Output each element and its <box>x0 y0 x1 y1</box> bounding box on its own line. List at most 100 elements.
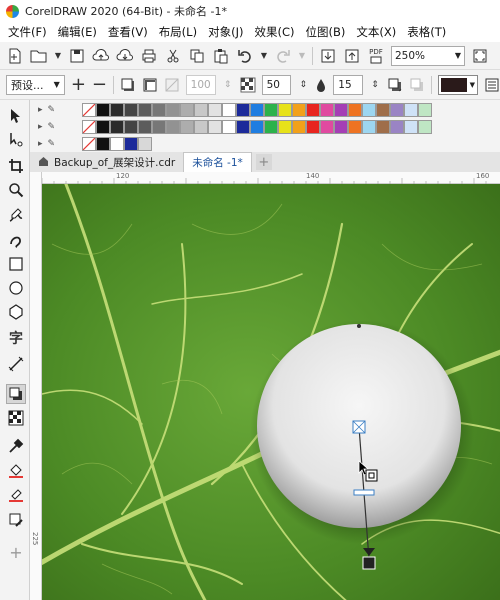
stepper-icon[interactable]: ⇕ <box>297 76 309 94</box>
palette-expand-icon[interactable]: ▸ <box>38 105 43 115</box>
redo-dropdown-icon[interactable]: ▼ <box>298 47 306 65</box>
color-swatch[interactable] <box>348 120 362 134</box>
tab-untitled[interactable]: 未命名 -1* <box>183 152 252 172</box>
clear-shadow-icon[interactable] <box>409 76 425 94</box>
color-swatch[interactable] <box>138 137 152 151</box>
freehand-tool-icon[interactable] <box>6 206 26 226</box>
artistic-media-icon[interactable] <box>6 230 26 250</box>
interactive-fill-icon[interactable] <box>6 460 26 480</box>
cut-icon[interactable] <box>164 47 182 65</box>
drop-shadow-tool-icon[interactable] <box>6 384 26 404</box>
pdf-export-icon[interactable]: PDF <box>367 47 385 65</box>
menu-view[interactable]: 查看(V) <box>106 24 157 40</box>
menu-table[interactable]: 表格(T) <box>405 24 455 40</box>
color-swatch[interactable] <box>250 103 264 117</box>
menu-object[interactable]: 对象(J) <box>206 24 252 40</box>
color-swatch[interactable] <box>152 120 166 134</box>
outline-pen-icon[interactable] <box>6 510 26 530</box>
menu-text[interactable]: 文本(X) <box>354 24 405 40</box>
remove-preset-icon[interactable]: − <box>92 74 107 95</box>
color-swatch[interactable] <box>180 103 194 117</box>
transparency-tool-icon[interactable] <box>6 408 26 428</box>
stepper-icon[interactable]: ⇕ <box>222 76 234 94</box>
stepper-icon[interactable]: ⇕ <box>369 76 381 94</box>
copy-properties-icon[interactable] <box>387 76 403 94</box>
no-color-swatch[interactable] <box>82 137 96 151</box>
color-swatch[interactable] <box>96 137 110 151</box>
direction-drop-icon[interactable] <box>315 76 327 94</box>
color-swatch[interactable] <box>278 120 292 134</box>
paste-icon[interactable] <box>212 47 230 65</box>
transparency-input[interactable]: 100 <box>185 74 216 95</box>
add-preset-icon[interactable]: + <box>71 74 86 95</box>
color-swatch[interactable] <box>418 120 432 134</box>
flat-shadow-icon[interactable] <box>120 76 136 94</box>
color-swatch[interactable] <box>152 103 166 117</box>
eyedropper-icon[interactable]: ✎ <box>48 139 56 149</box>
color-swatch[interactable] <box>404 103 418 117</box>
color-swatch[interactable] <box>278 103 292 117</box>
color-swatch[interactable] <box>320 120 334 134</box>
color-swatch[interactable] <box>138 103 152 117</box>
text-tool-icon[interactable]: 字 <box>6 328 26 348</box>
color-swatch[interactable] <box>194 120 208 134</box>
direction-input[interactable]: 15 <box>333 74 364 95</box>
color-swatch[interactable] <box>180 120 194 134</box>
feather-icon[interactable] <box>240 76 256 94</box>
menu-effects[interactable]: 效果(C) <box>252 24 303 40</box>
eyedropper-icon[interactable]: ✎ <box>48 105 56 115</box>
menu-layout[interactable]: 布局(L) <box>157 24 206 40</box>
color-swatch[interactable] <box>292 120 306 134</box>
menu-bitmaps[interactable]: 位图(B) <box>303 24 354 40</box>
color-swatch[interactable] <box>334 120 348 134</box>
add-tool-icon[interactable]: + <box>6 542 26 562</box>
eyedropper-tool-icon[interactable] <box>6 436 26 456</box>
color-swatch[interactable] <box>96 120 110 134</box>
crop-tool-icon[interactable] <box>6 156 26 176</box>
tab-backup[interactable]: Backup_of_展架设计.cdr <box>30 152 183 172</box>
no-color-swatch[interactable] <box>82 103 96 117</box>
color-swatch[interactable] <box>292 103 306 117</box>
color-swatch[interactable] <box>390 120 404 134</box>
redo-icon[interactable] <box>274 47 292 65</box>
color-swatch[interactable] <box>404 120 418 134</box>
copy-icon[interactable] <box>188 47 206 65</box>
new-tab-icon[interactable]: + <box>255 154 272 170</box>
rectangle-tool-icon[interactable] <box>6 254 26 274</box>
polygon-tool-icon[interactable] <box>6 302 26 322</box>
color-swatch[interactable] <box>166 120 180 134</box>
color-swatch[interactable] <box>376 120 390 134</box>
opacity-icon[interactable] <box>164 76 180 94</box>
color-swatch[interactable] <box>250 120 264 134</box>
undo-dropdown-icon[interactable]: ▼ <box>260 47 268 65</box>
no-color-swatch[interactable] <box>82 120 96 134</box>
shadow-color-picker[interactable]: ▼ <box>437 74 478 95</box>
color-swatch[interactable] <box>362 103 376 117</box>
merge-mode-icon[interactable] <box>484 76 500 94</box>
color-swatch[interactable] <box>110 120 124 134</box>
menu-file[interactable]: 文件(F) <box>6 24 56 40</box>
color-swatch[interactable] <box>264 103 278 117</box>
horizontal-ruler[interactable]: 120 140 160 <box>42 172 500 184</box>
color-swatch[interactable] <box>124 103 138 117</box>
palette-expand-icon[interactable]: ▸ <box>38 122 43 132</box>
color-swatch[interactable] <box>138 120 152 134</box>
zoom-level-select[interactable]: 250% ▼ <box>391 45 465 66</box>
vertical-ruler[interactable]: 225 <box>30 172 42 600</box>
shape-tool-icon[interactable] <box>6 130 26 150</box>
dropdown-arrow-icon[interactable]: ▼ <box>54 47 62 65</box>
open-folder-icon[interactable] <box>30 47 48 65</box>
export-icon[interactable] <box>343 47 361 65</box>
palette-expand-icon[interactable]: ▸ <box>38 139 43 149</box>
pick-tool-icon[interactable] <box>6 106 26 126</box>
zoom-tool-icon[interactable] <box>6 180 26 200</box>
color-swatch[interactable] <box>124 137 138 151</box>
ellipse-tool-icon[interactable] <box>6 278 26 298</box>
print-icon[interactable] <box>140 47 158 65</box>
color-swatch[interactable] <box>334 103 348 117</box>
eyedropper-icon[interactable]: ✎ <box>48 122 56 132</box>
color-swatch[interactable] <box>222 120 236 134</box>
color-swatch[interactable] <box>236 120 250 134</box>
color-swatch[interactable] <box>110 103 124 117</box>
color-swatch[interactable] <box>376 103 390 117</box>
